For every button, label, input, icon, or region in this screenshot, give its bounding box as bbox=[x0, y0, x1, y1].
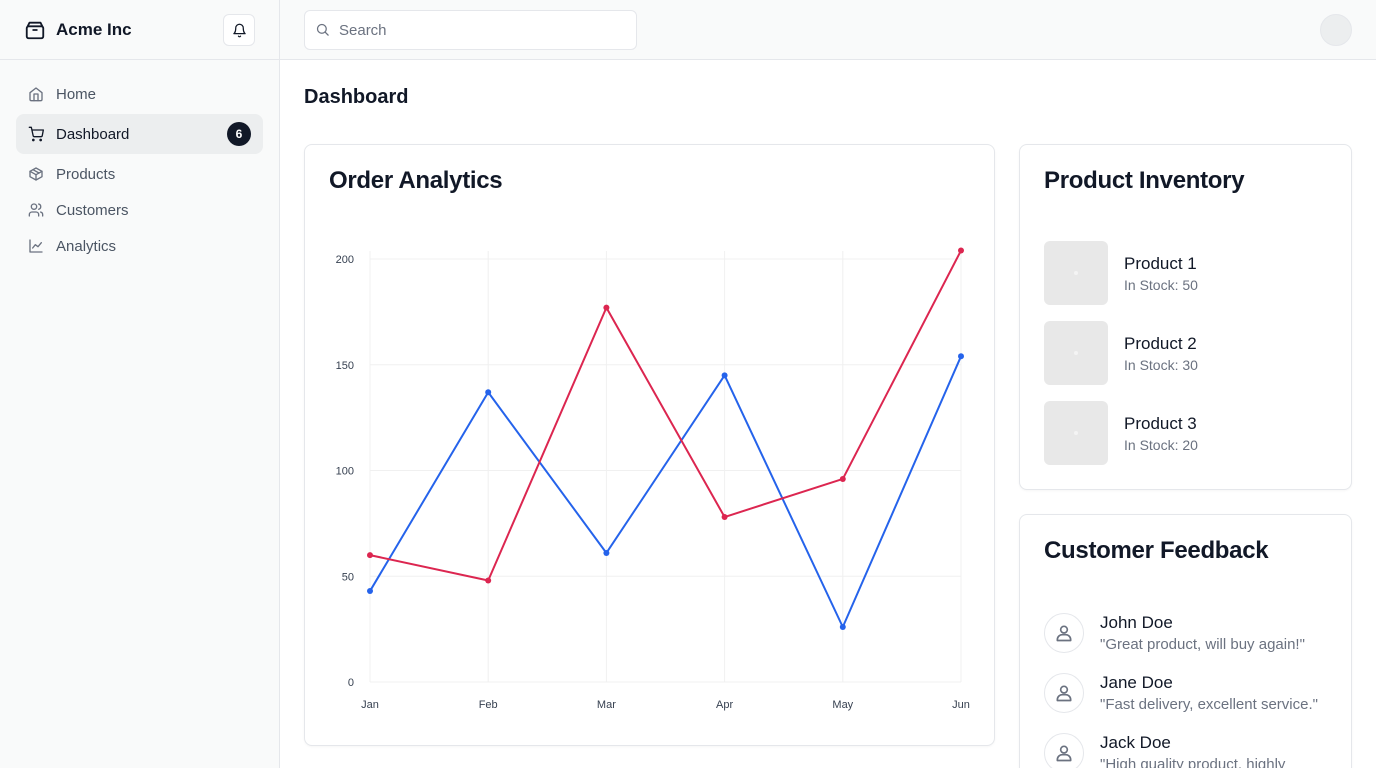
data-point bbox=[485, 389, 492, 396]
box-icon bbox=[28, 166, 44, 182]
sidebar-item-label: Customers bbox=[56, 201, 129, 219]
top-bar bbox=[280, 0, 1376, 60]
customer-name: John Doe bbox=[1100, 613, 1173, 632]
product-item[interactable]: Product 3 In Stock: 20 bbox=[1044, 401, 1334, 465]
feedback-quote: "High quality product, highly bbox=[1100, 756, 1286, 768]
sidebar-item-products[interactable]: Products bbox=[16, 156, 263, 192]
product-inventory-card: Product Inventory Product 1 In Stock: 50… bbox=[1019, 144, 1352, 490]
product-stock: In Stock: 50 bbox=[1124, 276, 1198, 293]
user-icon bbox=[1044, 673, 1084, 713]
feedback-quote: "Great product, will buy again!" bbox=[1100, 636, 1305, 653]
x-tick-label: May bbox=[832, 699, 853, 711]
sidebar-item-label: Products bbox=[56, 165, 116, 183]
user-avatar-button[interactable] bbox=[1320, 14, 1352, 46]
sidebar-item-label: Analytics bbox=[56, 237, 117, 255]
data-point bbox=[603, 549, 610, 556]
customer-name: Jack Doe bbox=[1100, 733, 1171, 752]
order-analytics-card: Order Analytics 0 50 100 150 200 Jan Feb Mar Apr… bbox=[304, 144, 995, 746]
sidebar-item-analytics[interactable]: Analytics bbox=[16, 228, 263, 264]
product-name: Product 1 bbox=[1124, 253, 1197, 273]
cart-icon bbox=[28, 126, 44, 142]
data-point bbox=[367, 588, 373, 595]
sidebar-item-home[interactable]: Home bbox=[16, 76, 263, 112]
page-title: Dashboard bbox=[304, 86, 409, 108]
y-tick-label: 50 bbox=[342, 571, 354, 583]
home-icon bbox=[28, 86, 44, 102]
data-point bbox=[839, 624, 846, 631]
product-image bbox=[1044, 401, 1108, 465]
series-line-2 bbox=[369, 250, 962, 582]
product-image bbox=[1044, 321, 1108, 385]
sidebar-item-label: Home bbox=[56, 85, 97, 103]
data-point bbox=[839, 475, 846, 482]
card-title: Product Inventory bbox=[1044, 167, 1245, 194]
x-tick-label: Jan bbox=[361, 699, 379, 711]
user-icon bbox=[1044, 733, 1084, 768]
customer-name: Jane Doe bbox=[1100, 673, 1173, 692]
brand-row: Acme Inc bbox=[0, 0, 279, 60]
product-item[interactable]: Product 2 In Stock: 30 bbox=[1044, 321, 1334, 385]
search-input[interactable] bbox=[339, 21, 619, 39]
bell-icon bbox=[232, 23, 247, 38]
notifications-button[interactable] bbox=[223, 14, 255, 46]
package-icon bbox=[24, 19, 46, 41]
card-title: Customer Feedback bbox=[1044, 537, 1269, 564]
data-point bbox=[367, 552, 373, 559]
x-tick-label: Apr bbox=[716, 699, 733, 711]
line-chart-icon bbox=[28, 238, 44, 254]
data-point bbox=[603, 304, 610, 311]
product-name: Product 3 bbox=[1124, 413, 1197, 433]
product-item[interactable]: Product 1 In Stock: 50 bbox=[1044, 241, 1334, 305]
data-point bbox=[721, 372, 728, 379]
users-icon bbox=[28, 202, 44, 218]
sidebar-item-dashboard[interactable]: Dashboard 6 bbox=[16, 114, 263, 154]
count-badge: 6 bbox=[227, 122, 251, 146]
product-stock: In Stock: 20 bbox=[1124, 436, 1198, 453]
data-point bbox=[721, 514, 728, 521]
feedback-item: Jane Doe "Fast delivery, excellent servi… bbox=[1044, 673, 1344, 713]
y-tick-label: 200 bbox=[336, 254, 354, 266]
y-tick-label: 150 bbox=[336, 360, 354, 372]
feedback-quote: "Fast delivery, excellent service." bbox=[1100, 696, 1318, 713]
order-analytics-chart: 0 50 100 150 200 Jan Feb Mar Apr May Jun bbox=[336, 247, 970, 711]
x-tick-label: Feb bbox=[479, 699, 498, 711]
x-tick-label: Jun bbox=[952, 699, 970, 711]
y-tick-label: 100 bbox=[336, 466, 354, 478]
customer-feedback-card: Customer Feedback John Doe "Great produc… bbox=[1019, 514, 1352, 768]
search-icon bbox=[315, 22, 331, 38]
sidebar-item-customers[interactable]: Customers bbox=[16, 192, 263, 228]
product-image bbox=[1044, 241, 1108, 305]
sidebar-nav: Home Dashboard 6 Products Customers Anal… bbox=[0, 60, 279, 280]
feedback-item: Jack Doe "High quality product, highly bbox=[1044, 733, 1344, 768]
y-tick-label: 0 bbox=[348, 677, 354, 689]
search-box bbox=[304, 10, 637, 50]
user-icon bbox=[1044, 613, 1084, 653]
sidebar: Acme Inc Home Dashboard 6 Products Custo… bbox=[0, 0, 280, 768]
product-stock: In Stock: 30 bbox=[1124, 356, 1198, 373]
product-name: Product 2 bbox=[1124, 333, 1197, 353]
data-point bbox=[958, 247, 964, 254]
feedback-item: John Doe "Great product, will buy again!… bbox=[1044, 613, 1344, 653]
data-point bbox=[485, 577, 492, 584]
sidebar-item-label: Dashboard bbox=[56, 125, 130, 143]
series-line-1 bbox=[369, 355, 962, 629]
x-tick-label: Mar bbox=[597, 699, 616, 711]
data-point bbox=[958, 353, 964, 360]
brand-name[interactable]: Acme Inc bbox=[56, 20, 132, 40]
